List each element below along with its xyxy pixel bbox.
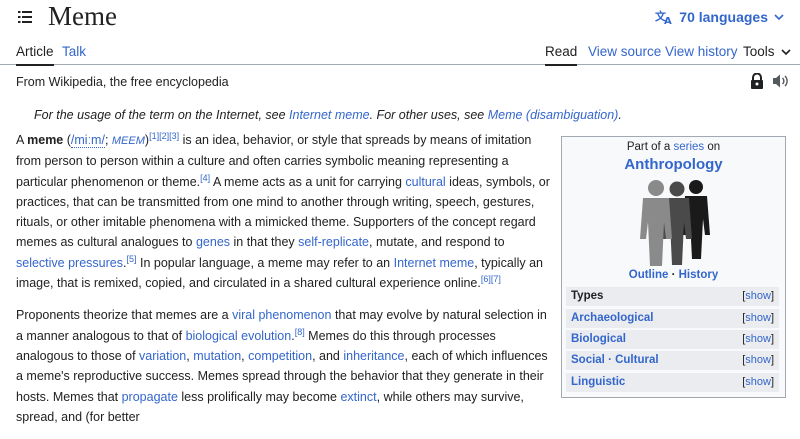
infobox-series-note: Part of a series on [562,141,785,153]
text: In popular language, a meme may refer to… [136,255,394,270]
biological-evolution-link[interactable]: biological evolution [186,329,292,343]
language-count: 70 languages [679,9,768,25]
infobox-row-biological: Biological [show] [566,330,779,349]
show-toggle[interactable]: [show] [742,333,774,345]
infobox-row-types: Types [show] [566,287,779,306]
citation-link[interactable]: [6][7] [481,274,501,284]
inheritance-link[interactable]: inheritance [343,349,404,363]
hatnote-text: For the usage of the term on the Interne… [34,108,290,122]
page-header: Meme 文 A 70 languages [0,0,800,36]
text: A meme acts as a unit for carrying [210,174,406,189]
show-link[interactable]: show [745,333,771,345]
bold-term: meme [27,133,64,147]
tab-view-source[interactable]: View source [588,44,661,59]
svg-text:A: A [664,16,672,25]
viral-phenomenon-link[interactable]: viral phenomenon [232,308,331,322]
anthropology-people-icon [640,180,710,266]
citation-link[interactable]: [5] [126,254,136,264]
text: on [704,141,721,153]
variation-link[interactable]: variation [139,349,186,363]
meme-disambiguation-link[interactable]: Meme (disambiguation) [488,108,619,122]
tab-talk[interactable]: Talk [62,44,86,59]
row-label: Types [571,290,604,302]
selective-pressures-link[interactable]: selective pressures [16,256,123,270]
show-link[interactable]: show [745,290,771,302]
language-button[interactable]: 文 A 70 languages [655,9,784,25]
text: Proponents theorize that memes are a [16,308,233,323]
infobox-row-linguistic: Linguistic [show] [566,373,779,392]
show-toggle[interactable]: [show] [742,290,774,302]
page-title: Meme [48,1,117,31]
genes-link[interactable]: genes [196,235,230,249]
citation-link[interactable]: [4] [200,172,210,182]
row-label[interactable]: Social · Cultural [571,354,659,366]
history-link[interactable]: History [679,269,719,281]
second-paragraph: Proponents theorize that memes are a vir… [16,305,551,427]
show-toggle[interactable]: [show] [742,376,774,388]
infobox-nav-links: Outline · History [562,269,785,281]
show-link[interactable]: show [745,312,771,324]
propagate-link[interactable]: propagate [122,390,178,404]
text: ; [104,133,112,147]
text: less prolifically may become [177,389,341,404]
show-link[interactable]: show [745,376,771,388]
text: , mutate, and respond to [369,235,505,250]
lead-paragraph: A meme (/miːm/; MEEM)[1][2][3] is an ide… [16,130,551,293]
text: in that they [230,235,299,250]
show-toggle[interactable]: [show] [742,312,774,324]
hamburger-menu-icon[interactable] [18,10,32,24]
page-tabs: Article Talk Read View source View histo… [0,36,800,66]
internet-meme-link[interactable]: Internet meme [289,108,370,122]
citation-link[interactable]: [8] [295,327,305,337]
text: Part of a [626,141,674,153]
infobox-row-social-cultural: Social · Cultural [show] [566,351,779,370]
chevron-down-icon [781,49,791,56]
text: A [16,133,28,147]
self-replicate-link[interactable]: self-replicate [298,235,369,249]
extinct-link[interactable]: extinct [340,390,376,404]
chevron-down-icon [774,14,784,21]
ipa-link[interactable]: /miːm/ [70,133,105,148]
tagline: From Wikipedia, the free encyclopedia [16,75,229,89]
infobox-title[interactable]: Anthropology [562,156,785,173]
tools-label: Tools [743,44,775,59]
audio-icon[interactable] [772,73,790,89]
hatnote: For the usage of the term on the Interne… [34,108,622,122]
tab-article[interactable]: Article [16,44,54,66]
hatnote-text: . For other uses, see [369,108,488,122]
internet-meme-body-link[interactable]: Internet meme [394,256,475,270]
tab-view-history[interactable]: View history [665,44,738,59]
outline-link[interactable]: Outline [629,269,669,281]
text: ( [63,133,71,147]
lock-icon[interactable] [750,73,764,89]
citation-link[interactable]: [1][2][3] [149,131,179,141]
separator: · [668,269,679,281]
tab-read[interactable]: Read [545,44,578,66]
translate-icon: 文 A [655,9,672,25]
tools-menu[interactable]: Tools [743,44,791,59]
row-label[interactable]: Linguistic [571,376,625,388]
hatnote-text: . [618,108,622,122]
show-link[interactable]: show [745,354,771,366]
infobox-row-archaeological: Archaeological [show] [566,309,779,328]
competition-link[interactable]: competition [248,349,312,363]
article-body: A meme (/miːm/; MEEM)[1][2][3] is an ide… [16,130,551,439]
respelling-link[interactable]: MEEM [112,135,145,147]
cultural-link[interactable]: cultural [405,175,445,189]
text: , and [312,348,344,363]
series-link[interactable]: series [673,141,704,153]
row-label[interactable]: Biological [571,333,626,345]
mutation-link[interactable]: mutation [193,349,241,363]
show-toggle[interactable]: [show] [742,354,774,366]
infobox: Part of a series on Anthropology Outline… [561,136,786,398]
row-label[interactable]: Archaeological [571,312,653,324]
